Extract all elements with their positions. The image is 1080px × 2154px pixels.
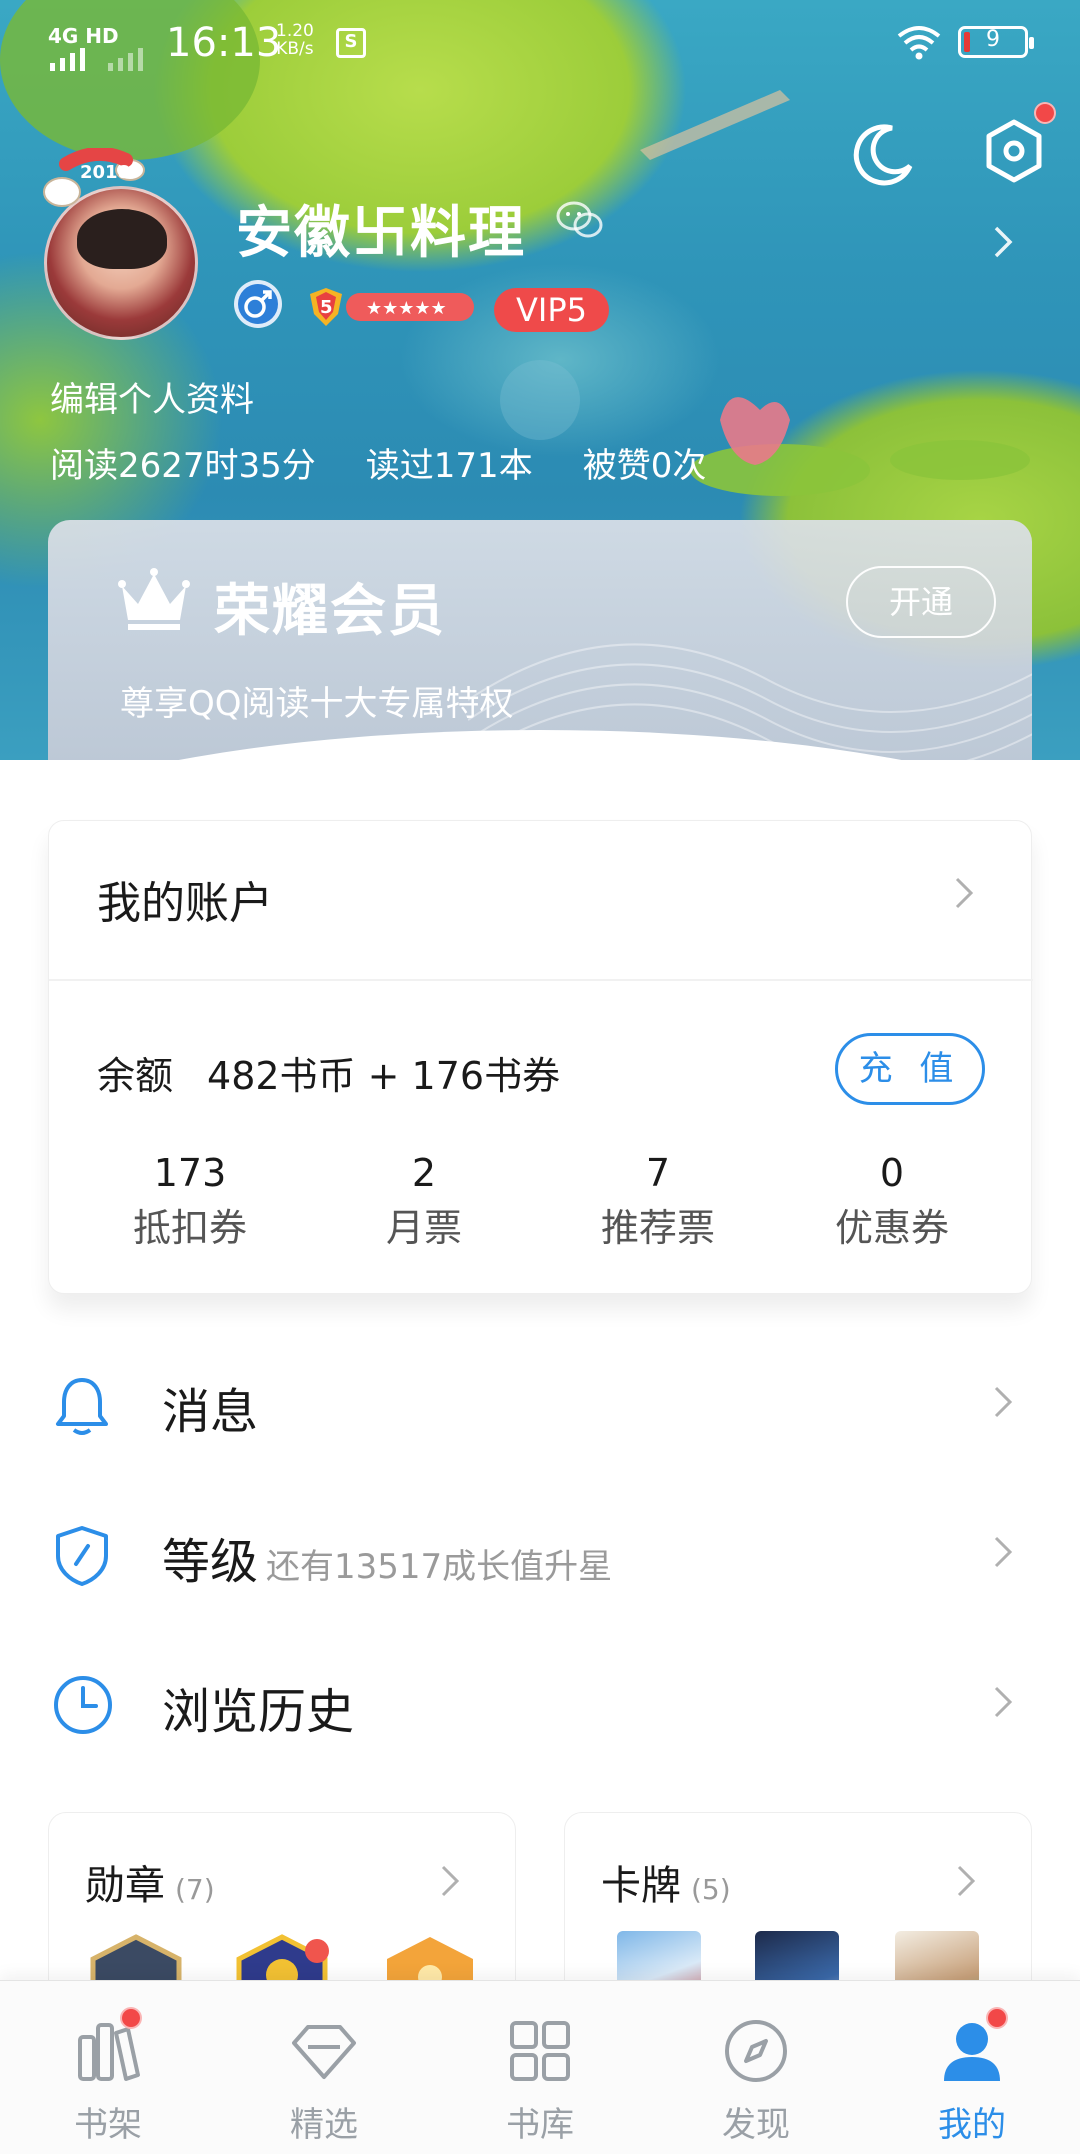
compass-icon (725, 2020, 787, 2082)
ticket-label: 推荐票 (600, 1206, 715, 1250)
reading-time: 阅读2627时35分 (50, 446, 316, 486)
recharge-button[interactable]: 充 值 (835, 1033, 985, 1105)
wifi-icon (897, 26, 941, 60)
speed-unit: KB/s (276, 39, 314, 59)
level-badge-icon[interactable]: ★★★★★ 5 (306, 284, 476, 330)
menu-item-history[interactable]: 浏览历史 (0, 1644, 1080, 1764)
avatar-badge-year: 2018 (80, 162, 130, 183)
balance-value: 482书币 + 176书券 (207, 1054, 561, 1098)
grid-icon (510, 2021, 570, 2081)
battery-level: 9 (986, 27, 1000, 52)
reading-stats: 阅读2627时35分 读过171本 被赞0次 (50, 438, 706, 487)
chevron-right-icon (994, 1536, 1013, 1568)
tab-discover[interactable]: 发现 (648, 1981, 864, 2154)
profile-chevron-icon[interactable] (992, 224, 1016, 260)
menu-label: 浏览历史 (162, 1684, 355, 1740)
2018-egg-badge-icon: 2018 (43, 148, 145, 207)
medals-count: (7) (175, 1873, 215, 1906)
hexagon-settings-icon (986, 119, 1042, 183)
nav-label: 书架 (74, 2105, 142, 2145)
net-speed: 1.20 KB/s (276, 22, 314, 58)
wechat-icon (556, 201, 603, 238)
vip-card-title: 荣耀会员 (214, 579, 446, 644)
chevron-right-icon (957, 1865, 976, 1897)
ticket-label: 月票 (385, 1206, 462, 1250)
menu-label: 等级 还有13517成长值升星 (162, 1522, 612, 1592)
edit-profile-link[interactable]: 编辑个人资料 (50, 372, 254, 421)
battery-icon: 9 (958, 26, 1034, 58)
signal-2-icon (108, 48, 143, 71)
level-number: 5 (320, 297, 333, 318)
bottom-nav: 书架 精选 书库 发现 我的 (0, 1980, 1080, 2154)
books-read: 读过171本 (365, 446, 533, 486)
ticket-label: 优惠券 (834, 1206, 949, 1250)
menu-label-text: 等级 (162, 1534, 259, 1590)
tab-featured[interactable]: 精选 (216, 1981, 432, 2154)
shield-icon (56, 1526, 108, 1586)
clock-icon (54, 1676, 112, 1734)
signal-icon (50, 48, 85, 71)
clock: 16:13 (166, 20, 282, 66)
settings-badge (1034, 102, 1056, 124)
nickname[interactable]: 安徽卐料理 (236, 188, 526, 269)
ticket-monthly[interactable]: 2 月票 (307, 1151, 541, 1252)
status-bar: 4G HD 16:13 1.20 KB/s S 9 (0, 18, 1080, 78)
menu-sublabel: 还有13517成长值升星 (266, 1547, 613, 1587)
ticket-recommend[interactable]: 7 推荐票 (541, 1151, 775, 1252)
tab-library[interactable]: 书库 (432, 1981, 648, 2154)
chevron-right-icon (994, 1686, 1013, 1718)
tab-me[interactable]: 我的 (864, 1981, 1080, 2154)
ticket-coupon[interactable]: 0 优惠券 (775, 1151, 1009, 1252)
balance-label: 余额 (97, 1054, 174, 1098)
nav-label: 发现 (722, 2105, 790, 2145)
me-badge (986, 2007, 1008, 2029)
ticket-stats: 173 抵扣券 2 月票 7 推荐票 0 优惠券 (49, 1151, 1033, 1252)
ticket-label: 抵扣券 (132, 1206, 247, 1250)
ticket-discount[interactable]: 173 抵扣券 (73, 1151, 307, 1252)
male-gender-icon (234, 280, 282, 328)
vip-card-subtitle: 尊享QQ阅读十大专属特权 (120, 684, 514, 724)
settings-button[interactable] (984, 102, 1056, 188)
screenshot-icon: S (336, 28, 366, 58)
tab-bookshelf[interactable]: 书架 (0, 1981, 216, 2154)
bookshelf-badge (120, 2007, 142, 2029)
bell-icon (56, 1378, 108, 1435)
speed-value: 1.20 (276, 21, 314, 41)
nav-label: 我的 (938, 2105, 1006, 2145)
open-vip-button[interactable]: 开通 (846, 566, 996, 638)
ticket-count: 7 (645, 1151, 671, 1195)
chevron-right-icon (994, 1386, 1013, 1418)
ticket-count: 173 (153, 1151, 227, 1195)
night-mode-icon[interactable] (852, 122, 916, 186)
diamond-icon (292, 2025, 356, 2079)
ticket-count: 0 (879, 1151, 905, 1195)
nav-label: 精选 (290, 2105, 358, 2145)
svg-text:★★★★★: ★★★★★ (366, 298, 447, 319)
crown-icon (118, 568, 190, 630)
chevron-right-icon (441, 1865, 460, 1897)
menu-item-level[interactable]: 等级 还有13517成长值升星 (0, 1494, 1080, 1614)
network-type: 4G HD (48, 24, 119, 48)
divider (49, 979, 1033, 981)
medals-title-text: 勋章 (85, 1863, 165, 1909)
profile-page: 4G HD 16:13 1.20 KB/s S 9 2018 安徽卐料理 ★★★… (0, 0, 1080, 2154)
account-title[interactable]: 我的账户 (97, 867, 273, 931)
cards-title-text: 卡牌 (601, 1863, 681, 1909)
likes-count: 被赞0次 (582, 446, 707, 486)
medals-title: 勋章 (7) (85, 1853, 215, 1911)
menu-label: 消息 (162, 1384, 259, 1440)
account-card: 我的账户 余额 482书币 + 176书券 充 值 173 抵扣券 2 月票 7 … (48, 820, 1033, 1294)
cards-title: 卡牌 (5) (601, 1853, 731, 1911)
vip-badge[interactable]: VIP5 (494, 288, 609, 332)
balance-row: 余额 482书币 + 176书券 (97, 1045, 560, 1100)
account-chevron-icon[interactable] (953, 875, 977, 911)
nav-label: 书库 (506, 2105, 574, 2145)
cards-count: (5) (691, 1873, 731, 1906)
menu-item-messages[interactable]: 消息 (0, 1344, 1080, 1464)
ticket-count: 2 (411, 1151, 437, 1195)
